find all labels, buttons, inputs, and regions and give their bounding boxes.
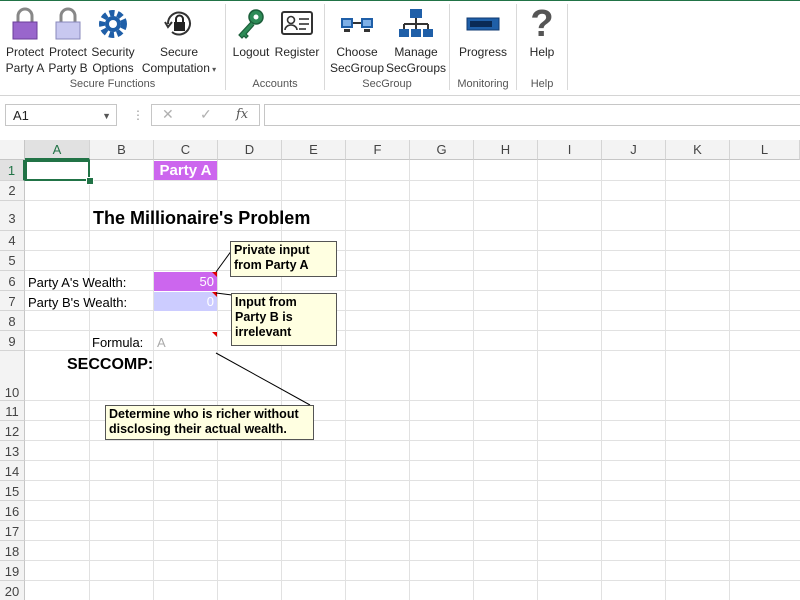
dropdown-arrow-icon: ▾	[209, 65, 217, 74]
network-tree-icon	[386, 4, 446, 44]
group-accounts: Accounts	[252, 78, 298, 90]
comment-arrows	[215, 249, 311, 406]
group-monitoring: Monitoring	[457, 78, 509, 90]
cancel-icon[interactable]: ✕	[162, 106, 174, 123]
secure-computation-button[interactable]: Secure Computation ▾	[138, 4, 220, 78]
check-icon[interactable]: ✓	[200, 106, 212, 123]
key-icon	[230, 4, 272, 44]
group-separator	[567, 4, 568, 90]
ribbon-accent-line	[0, 0, 800, 1]
security-options-button[interactable]: Security Options	[90, 4, 136, 76]
formula-buttons: ✕ ✓ fx	[151, 104, 260, 126]
formula-input[interactable]	[264, 104, 800, 126]
group-secure-functions: Secure Functions	[69, 78, 156, 90]
choose-secgroup-button[interactable]: Choose SecGroup	[330, 4, 384, 76]
lock-blue-icon	[47, 4, 89, 44]
comment-private-input[interactable]: Private input from Party A	[230, 241, 337, 277]
question-mark-icon: ?	[530, 3, 554, 45]
protect-party-a-button[interactable]: Protect Party A	[4, 4, 46, 76]
formula-bar: A1 ▼ ⋮ ✕ ✓ fx	[0, 96, 800, 140]
logout-button[interactable]: Logout	[230, 4, 272, 60]
group-secgroup: SecGroup	[362, 78, 412, 90]
spreadsheet-grid[interactable]: A B C D E F G H I J K L 1 2 3 4 5 6 7 8 …	[0, 140, 800, 600]
vertical-dots-icon[interactable]: ⋮	[132, 108, 144, 122]
chevron-down-icon[interactable]: ▼	[102, 105, 111, 127]
protect-party-b-button[interactable]: Protect Party B	[47, 4, 89, 76]
lock-purple-icon	[4, 4, 46, 44]
comment-determine-richer[interactable]: Determine who is richer without disclosi…	[105, 405, 314, 440]
name-box[interactable]: A1 ▼	[5, 104, 117, 126]
lock-refresh-icon	[138, 4, 220, 44]
manage-secgroups-button[interactable]: Manage SecGroups	[386, 4, 446, 76]
fx-icon[interactable]: fx	[236, 107, 248, 122]
network-pair-icon	[330, 4, 384, 44]
progress-button[interactable]: Progress	[455, 4, 511, 60]
group-help: Help	[530, 78, 554, 90]
ribbon: Protect Party A Protect Party B Security…	[0, 0, 800, 96]
comment-party-b-irrelevant[interactable]: Input from Party B is irrelevant	[231, 293, 337, 346]
progress-bar-icon	[455, 4, 511, 44]
register-button[interactable]: Register	[273, 4, 321, 60]
help-button[interactable]: ? Help	[522, 4, 562, 60]
register-card-icon	[273, 4, 321, 44]
gear-icon	[90, 4, 136, 44]
